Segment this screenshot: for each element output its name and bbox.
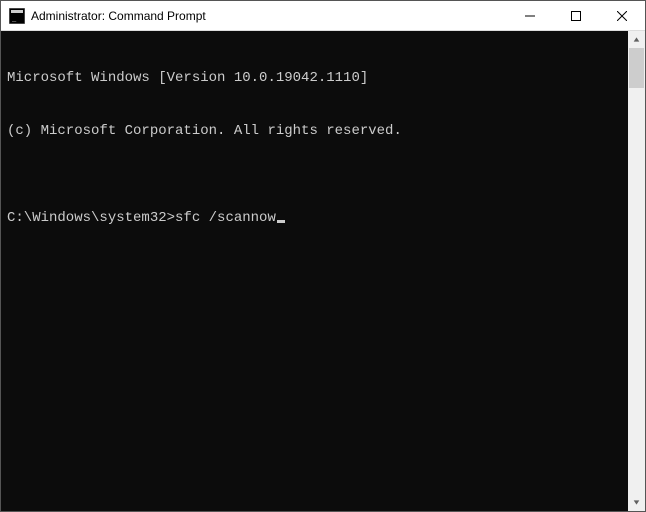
maximize-button[interactable] [553, 1, 599, 30]
command-input[interactable]: sfc /scannow [175, 210, 276, 226]
scrollbar[interactable] [628, 31, 645, 511]
close-button[interactable] [599, 1, 645, 30]
terminal[interactable]: Microsoft Windows [Version 10.0.19042.11… [1, 31, 628, 511]
terminal-line: Microsoft Windows [Version 10.0.19042.11… [7, 70, 622, 88]
prompt-line: C:\Windows\system32>sfc /scannow [7, 210, 622, 228]
window-controls [507, 1, 645, 30]
scroll-down-button[interactable] [628, 494, 645, 511]
cmd-icon: _ [9, 8, 25, 24]
command-prompt-window: _ Administrator: Command Prompt Microsof… [0, 0, 646, 512]
window-title: Administrator: Command Prompt [31, 9, 507, 23]
minimize-button[interactable] [507, 1, 553, 30]
scroll-up-button[interactable] [628, 31, 645, 48]
titlebar[interactable]: _ Administrator: Command Prompt [1, 1, 645, 31]
prompt: C:\Windows\system32> [7, 210, 175, 226]
terminal-area: Microsoft Windows [Version 10.0.19042.11… [1, 31, 645, 511]
terminal-line: (c) Microsoft Corporation. All rights re… [7, 123, 622, 141]
scroll-thumb[interactable] [629, 48, 644, 88]
cursor [277, 220, 285, 223]
